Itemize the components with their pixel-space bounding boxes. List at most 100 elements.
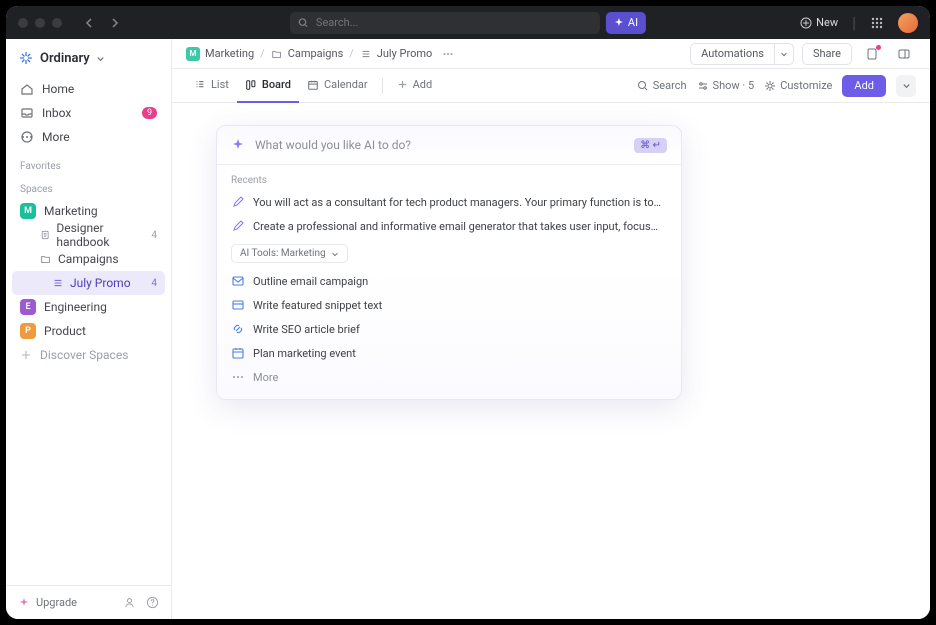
main-content: MMarketing/Campaigns/July Promo Automati… [172,39,930,619]
notifications-icon[interactable] [860,43,884,65]
doc-icon [40,229,50,241]
ai-panel: What would you like AI to do? ⌘ ↵ Recent… [216,125,682,400]
tree-label: Campaigns [58,252,119,266]
recents-label: Recents [217,165,681,190]
calendar-icon [307,79,319,91]
more-icon[interactable] [442,48,454,60]
zoom-dot[interactable] [52,18,62,28]
ai-tool-label: Write SEO article brief [253,323,360,336]
new-label: New [816,16,838,29]
view-customize-button[interactable]: Customize [764,79,832,92]
discover-spaces[interactable]: Discover Spaces [6,343,171,367]
gear-icon [764,80,776,92]
keyboard-shortcut-badge: ⌘ ↵ [634,138,667,153]
workspace-switcher[interactable]: Ordinary [6,43,171,73]
tree-designer[interactable]: Designer handbook 4 [12,223,165,247]
home-icon [20,82,34,96]
pencil-icon [231,219,245,233]
chevron-down-icon [96,54,105,63]
add-view-button[interactable]: Add [389,69,441,103]
space-product[interactable]: PProduct [6,319,171,343]
help-icon[interactable] [146,596,159,609]
user-avatar[interactable] [898,13,918,33]
crumb-campaigns[interactable]: Campaigns [271,47,344,60]
sliders-icon [697,80,709,92]
space-badge: M [20,203,36,219]
search-icon [637,80,649,92]
close-dot[interactable] [18,18,28,28]
folder-icon [40,253,52,265]
tab-label: List [211,78,229,91]
share-button[interactable]: Share [802,43,852,65]
tree-label: Designer handbook [56,221,145,249]
space-badge: P [20,323,36,339]
upgrade-label: Upgrade [36,596,77,609]
crumb-july-promo[interactable]: July Promo [360,47,433,60]
ai-prompt-input[interactable]: What would you like AI to do? [255,138,624,152]
nav-home[interactable]: Home [12,77,165,101]
nav-more[interactable]: More [12,125,165,149]
person-icon[interactable] [123,596,136,609]
tree-label: July Promo [70,276,131,290]
space-marketing[interactable]: MMarketing [6,199,171,223]
nav-forward-button[interactable] [104,13,124,33]
sparkle-icon [18,597,30,609]
apps-grid-icon[interactable] [870,16,884,30]
view-search-button[interactable]: Search [637,79,687,92]
upgrade-button[interactable]: Upgrade [18,596,77,609]
ai-button[interactable]: AI [606,12,646,34]
ai-recent-1[interactable]: Create a professional and informative em… [217,214,681,238]
automations-button[interactable]: Automations [690,43,774,65]
list-icon [194,79,206,91]
ai-tool-1[interactable]: Write featured snippet text [217,293,681,317]
card-icon [231,298,245,312]
nav-back-button[interactable] [80,13,100,33]
minimize-dot[interactable] [35,18,45,28]
more-icon [20,130,34,144]
plus-circle-icon [800,17,812,29]
global-search-input[interactable] [290,12,600,34]
tab-list[interactable]: List [186,69,237,103]
panel-toggle-icon[interactable] [892,43,916,65]
workspace-name: Ordinary [40,51,90,66]
ai-tools-dropdown[interactable]: AI Tools: Marketing [231,244,348,263]
plus-icon [20,349,32,361]
tree-count: 4 [151,230,157,241]
new-button[interactable]: New [800,16,838,29]
sparkle-icon [614,18,624,28]
tree-julypromo[interactable]: July Promo 4 [12,271,165,295]
tree-count: 4 [151,278,157,289]
lines-icon [52,277,64,289]
view-show-button[interactable]: Show · 5 [697,79,755,92]
ai-tool-2[interactable]: Write SEO article brief [217,317,681,341]
folder-icon [271,48,283,60]
crumb-label: Campaigns [288,47,344,60]
discover-label: Discover Spaces [40,348,128,362]
space-engineering[interactable]: EEngineering [6,295,171,319]
tab-board[interactable]: Board [237,69,299,103]
favorites-section-label: Favorites [6,153,171,176]
marketing-badge-icon: M [186,47,200,61]
ai-tool-0[interactable]: Outline email campaign [217,269,681,293]
plus-icon [397,79,408,90]
nav-inbox[interactable]: Inbox9 [12,101,165,125]
ai-tool-3[interactable]: Plan marketing event [217,341,681,365]
ai-tool-label: Outline email campaign [253,275,368,288]
add-task-caret[interactable] [896,75,916,97]
sparkle-icon [231,138,245,152]
automations-caret[interactable] [774,43,794,65]
ai-more[interactable]: More [217,365,681,389]
add-view-label: Add [413,78,433,91]
add-task-button[interactable]: Add [842,75,886,97]
list-icon [360,48,372,60]
tab-calendar[interactable]: Calendar [299,69,376,103]
crumb-marketing[interactable]: M Marketing [186,47,254,61]
ai-recent-0[interactable]: You will act as a consultant for tech pr… [217,190,681,214]
crumb-label: Marketing [205,47,254,60]
ai-label: AI [628,16,638,29]
board-icon [245,79,257,91]
chevron-down-icon [331,250,339,258]
tree-campaigns[interactable]: Campaigns [12,247,165,271]
space-badge: E [20,299,36,315]
window-controls [18,18,62,28]
